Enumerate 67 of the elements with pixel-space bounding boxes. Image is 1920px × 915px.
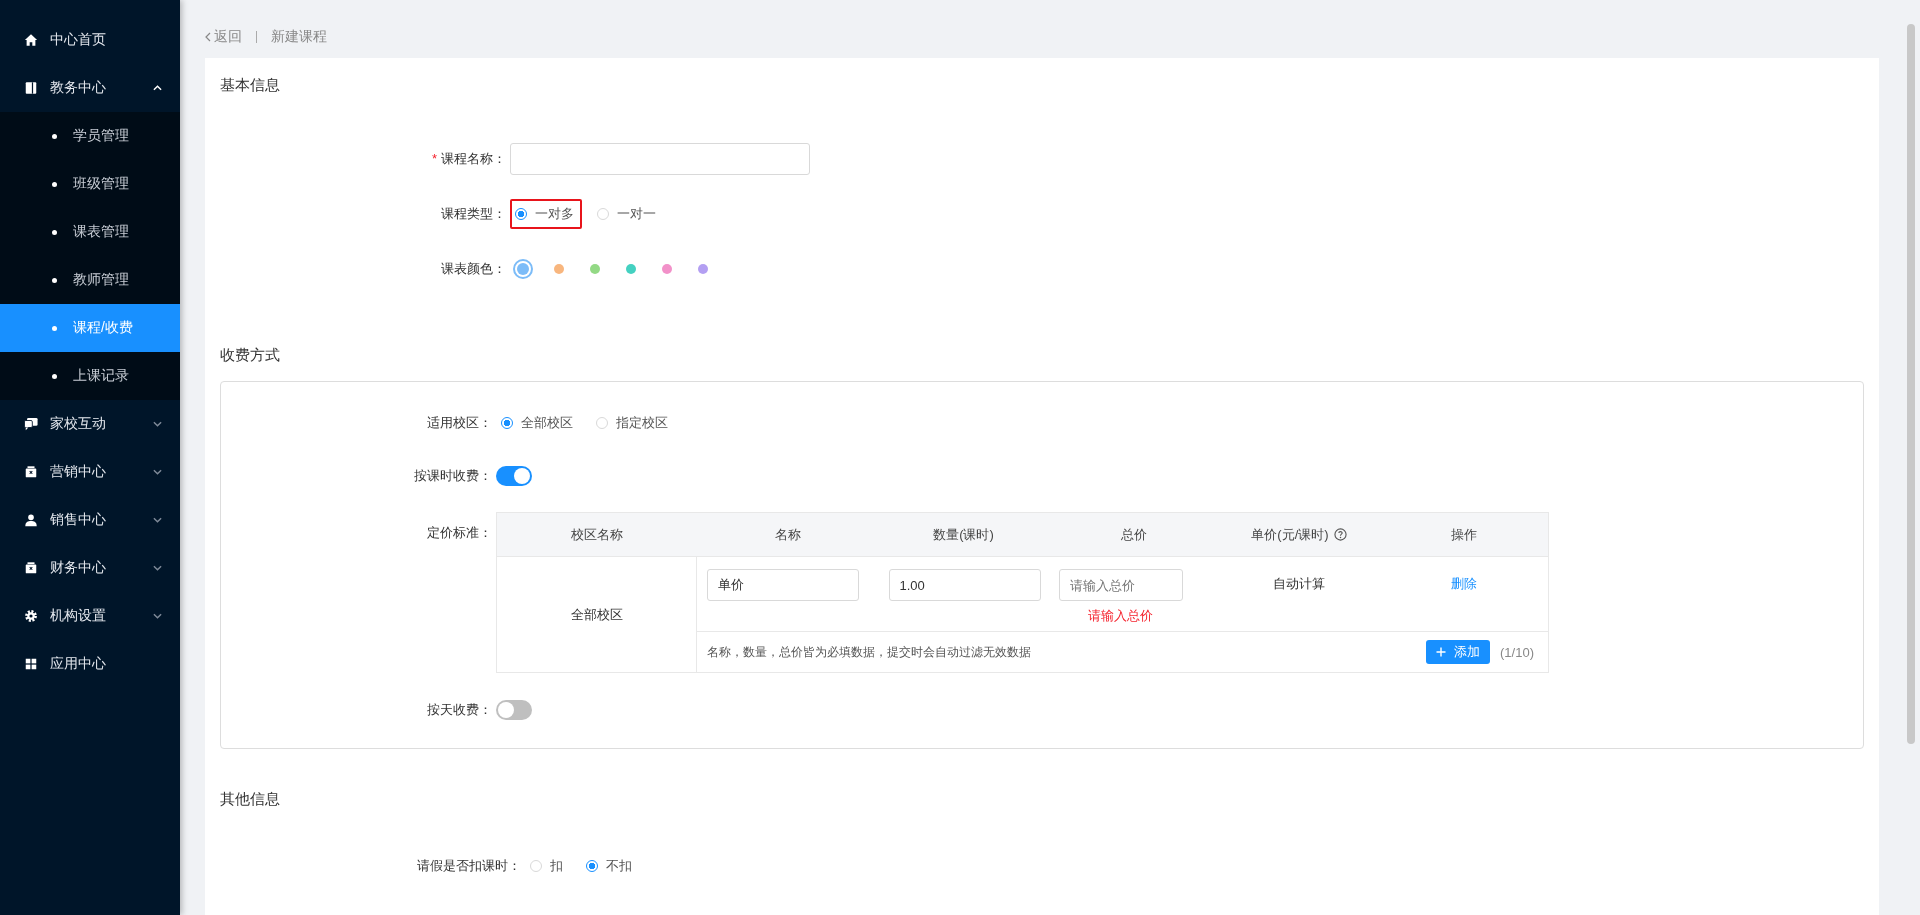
- sidebar-item[interactable]: 营销中心: [0, 448, 180, 496]
- field-label: 请假是否扣课时：: [417, 857, 521, 873]
- sidebar-item[interactable]: 销售中心: [0, 496, 180, 544]
- caret-icon: [153, 421, 162, 427]
- column-header: 总价: [1120, 525, 1147, 544]
- column-header: 校区名称: [570, 525, 623, 544]
- home-icon: [24, 33, 38, 47]
- radio-option[interactable]: 全部校区: [496, 407, 581, 438]
- breadcrumb-current: 新建课程: [271, 28, 327, 46]
- chat-icon: [24, 417, 38, 431]
- chevron-left-icon: [205, 32, 211, 42]
- column-header: 数量(课时): [933, 525, 994, 544]
- hint-text: 名称，数量，总价皆为必填数据，提交时会自动过滤无效数据: [707, 643, 1032, 661]
- field-label: 适用校区：: [427, 414, 492, 430]
- sidebar-item[interactable]: 应用中心: [0, 640, 180, 688]
- caret-icon: [153, 469, 162, 475]
- radio-option[interactable]: 一对一: [592, 198, 664, 229]
- book-icon: [24, 81, 38, 95]
- sidebar-subitem[interactable]: 学员管理: [0, 112, 180, 160]
- scrollbar[interactable]: [1907, 24, 1915, 744]
- row-count: (1/10): [1500, 644, 1534, 660]
- field-label: 课表颜色：: [441, 260, 506, 276]
- field-label: 课程名称：: [441, 150, 506, 166]
- toggle-switch[interactable]: [496, 465, 532, 486]
- table-cell: 全部校区: [570, 606, 623, 622]
- section-title: 其他信息: [220, 790, 281, 809]
- error-message: 请输入总价: [1087, 607, 1154, 625]
- column-header: 名称: [774, 525, 801, 544]
- grid-icon: [24, 657, 38, 671]
- field-label: 课程类型：: [441, 205, 506, 221]
- radio-option[interactable]: 指定校区: [591, 407, 676, 438]
- radio-option[interactable]: 一对多: [510, 198, 582, 229]
- course-name-field[interactable]: [510, 142, 810, 175]
- sidebar-subitem[interactable]: 教师管理: [0, 256, 180, 304]
- sidebar-item[interactable]: 教务中心: [0, 64, 180, 112]
- caret-icon: [153, 565, 162, 571]
- person-icon: [24, 513, 38, 527]
- column-header: 操作: [1450, 525, 1477, 544]
- name-field[interactable]: 单价: [707, 569, 859, 601]
- box-icon: [24, 561, 38, 575]
- total-price-field[interactable]: 请输入总价: [1058, 569, 1183, 601]
- radio-option[interactable]: 扣: [525, 850, 571, 881]
- sidebar-item[interactable]: 家校互动: [0, 400, 180, 448]
- sidebar-subitem[interactable]: 班级管理: [0, 160, 180, 208]
- column-header: 单价(元/课时): [1251, 525, 1329, 544]
- quantity-field[interactable]: 1.00: [888, 569, 1041, 601]
- color-swatch[interactable]: [513, 258, 533, 279]
- sidebar-item[interactable]: 机构设置: [0, 592, 180, 640]
- sidebar-item[interactable]: 中心首页: [0, 16, 180, 64]
- gear-icon: [24, 609, 38, 623]
- field-label: 按课时收费：: [414, 467, 492, 483]
- caret-icon: [153, 517, 162, 523]
- section-title: 收费方式: [220, 346, 281, 365]
- caret-icon: [153, 613, 162, 619]
- box-icon: [24, 465, 38, 479]
- table-cell: 自动计算: [1273, 576, 1325, 591]
- caret-icon: [153, 85, 162, 91]
- plus-icon: [1436, 647, 1447, 657]
- sidebar-item[interactable]: 财务中心: [0, 544, 180, 592]
- radio-option[interactable]: 不扣: [581, 850, 640, 881]
- required-asterisk: *: [431, 150, 437, 166]
- section-title: 基本信息: [220, 76, 281, 95]
- sidebar-subitem[interactable]: 上课记录: [0, 352, 180, 400]
- toggle-switch[interactable]: [496, 699, 532, 720]
- field-label: 定价标准：: [427, 525, 492, 540]
- field-label: 按天收费：: [427, 701, 492, 717]
- sidebar-subitem[interactable]: 课表管理: [0, 208, 180, 256]
